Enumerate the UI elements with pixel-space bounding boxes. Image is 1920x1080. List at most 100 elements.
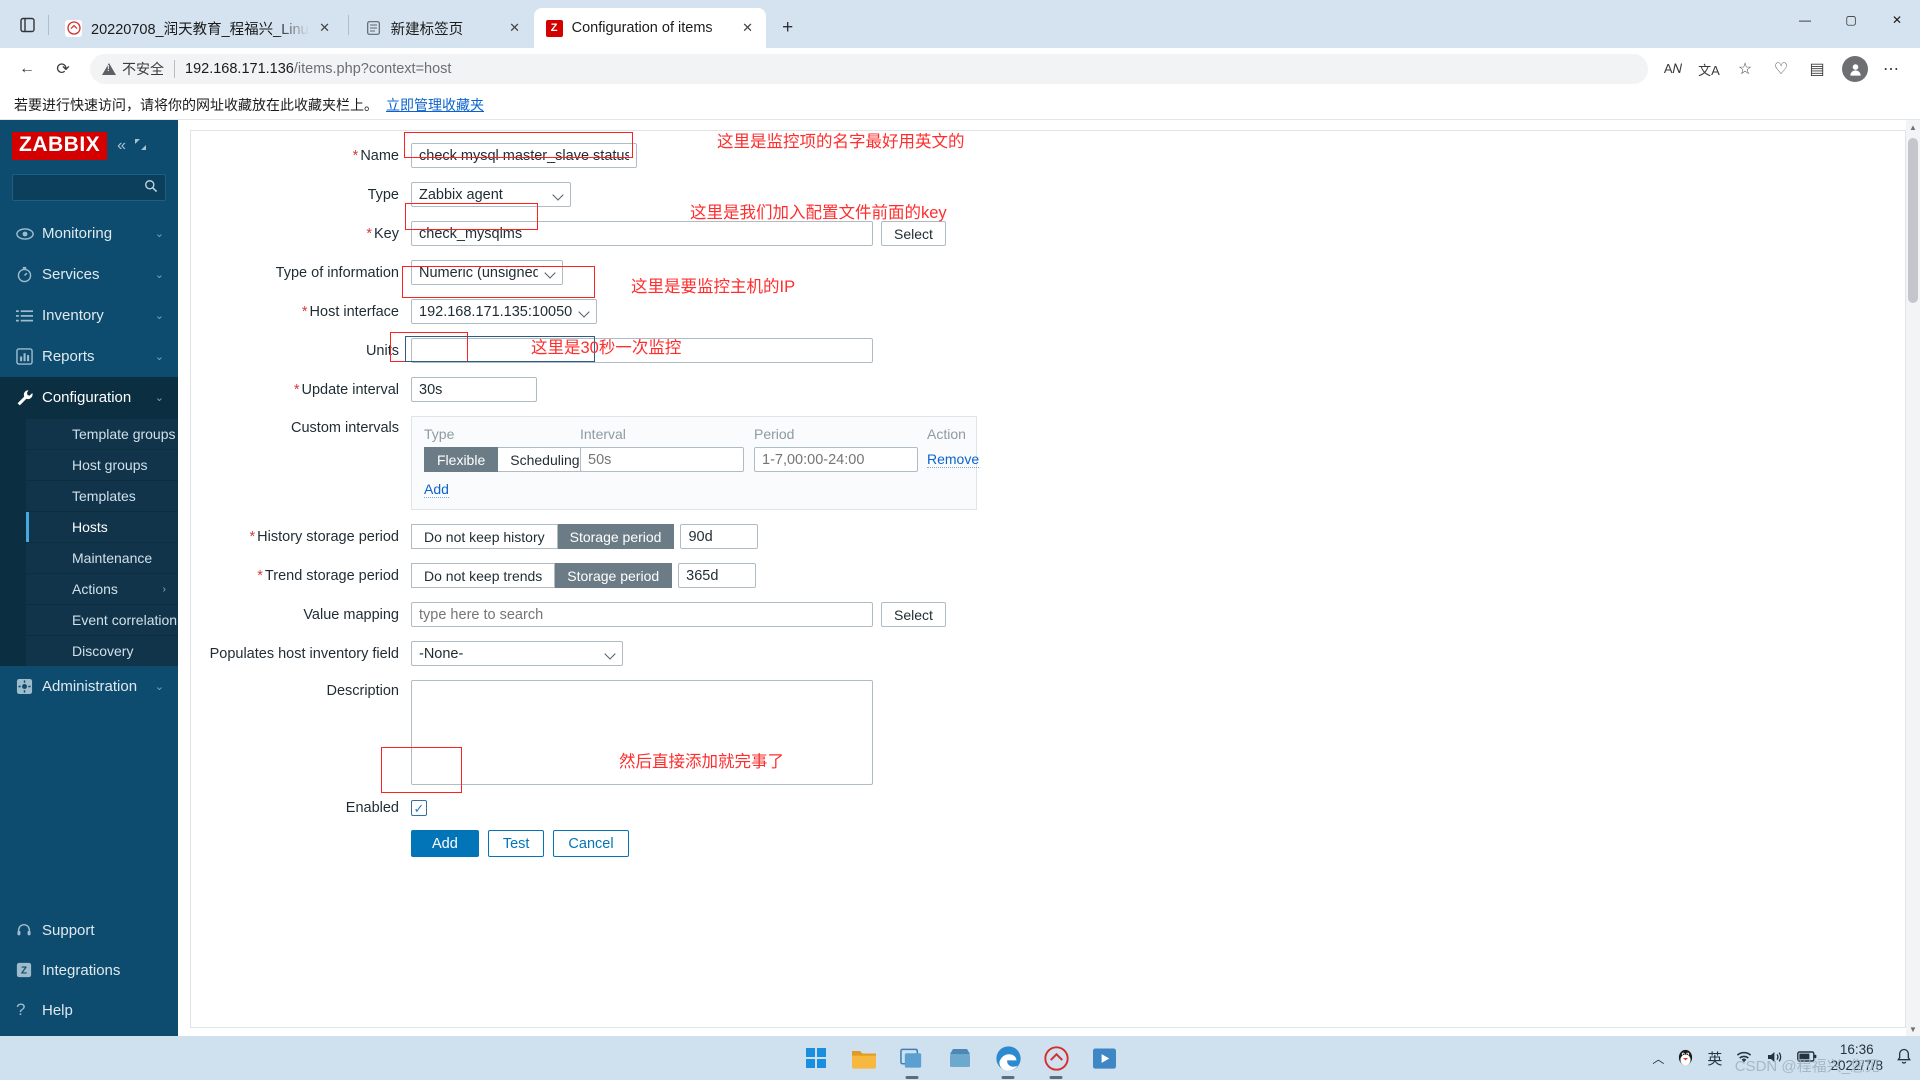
column-header-action: Action xyxy=(927,426,966,442)
history-storage-period-input[interactable] xyxy=(680,524,759,549)
remove-interval-link[interactable]: Remove xyxy=(927,450,980,468)
reload-icon[interactable]: ⟳ xyxy=(46,54,80,84)
value-mapping-select-button[interactable]: Select xyxy=(881,602,946,627)
store-icon[interactable] xyxy=(943,1041,977,1075)
minimize-button[interactable]: — xyxy=(1782,0,1828,40)
file-explorer-icon[interactable] xyxy=(847,1041,881,1075)
page-scrollbar[interactable]: ▲ ▼ xyxy=(1906,120,1920,1036)
history-storage-period-button[interactable]: Storage period xyxy=(557,524,675,549)
close-tab-icon[interactable]: ✕ xyxy=(315,18,335,38)
vertical-tabs-icon xyxy=(19,17,35,33)
sidebar-item-integrations[interactable]: Z Integrations xyxy=(0,950,178,990)
manage-favorites-link[interactable]: 立即管理收藏夹 xyxy=(386,95,484,115)
scrollbar-thumb[interactable] xyxy=(1908,138,1918,303)
type-label: Type xyxy=(367,186,399,203)
type-select[interactable]: Zabbix agent xyxy=(411,182,571,207)
value-mapping-input[interactable] xyxy=(411,602,873,627)
form-row-history-storage-period: * History storage period Do not keep hist… xyxy=(191,524,1905,549)
trend-storage-period-input[interactable] xyxy=(678,563,757,588)
read-aloud-icon[interactable]: A𝑁 xyxy=(1656,54,1690,84)
qq-icon[interactable] xyxy=(1677,1047,1694,1069)
sidebar-item-help[interactable]: ? Help xyxy=(0,990,178,1030)
settings-more-icon[interactable]: ⋯ xyxy=(1874,54,1908,84)
tab-title: 新建标签页 xyxy=(390,21,464,38)
key-select-button[interactable]: Select xyxy=(881,221,946,246)
update-interval-input[interactable] xyxy=(411,377,537,402)
profile-avatar[interactable] xyxy=(1842,56,1868,82)
add-favorite-icon[interactable]: ☆ xyxy=(1728,54,1762,84)
sidebar-item-label: Support xyxy=(42,921,95,939)
interval-type-toggle: Flexible Scheduling xyxy=(424,447,593,472)
test-button[interactable]: Test xyxy=(487,830,545,857)
sidebar-item-reports[interactable]: Reports ⌄ xyxy=(0,336,178,377)
address-bar[interactable]: 不安全 192.168.171.136/items.php?context=ho… xyxy=(90,54,1648,84)
custom-period-input[interactable] xyxy=(754,447,918,472)
host-interface-select[interactable]: 192.168.171.135:10050 xyxy=(411,299,597,324)
enabled-checkbox[interactable]: ✓ xyxy=(411,800,427,816)
trend-storage-period-button[interactable]: Storage period xyxy=(555,563,673,588)
back-icon[interactable]: ← xyxy=(10,54,44,84)
close-window-button[interactable]: ✕ xyxy=(1874,0,1920,40)
sidebar-item-support[interactable]: Support xyxy=(0,910,178,950)
add-button[interactable]: Add xyxy=(411,830,479,857)
custom-interval-input[interactable] xyxy=(580,447,744,472)
sidebar-item-templates[interactable]: Templates xyxy=(26,480,178,511)
browser-tab-1[interactable]: 新建标签页 ✕ xyxy=(352,8,533,48)
sidebar-item-services[interactable]: Services ⌄ xyxy=(0,254,178,295)
bookmarks-bar: 若要进行快速访问，请将你的网址收藏放在此收藏夹栏上。 立即管理收藏夹 xyxy=(0,90,1920,120)
sidebar-item-maintenance[interactable]: Maintenance xyxy=(26,542,178,573)
sidebar-item-monitoring[interactable]: Monitoring ⌄ xyxy=(0,213,178,254)
name-input[interactable] xyxy=(411,143,637,168)
translate-icon[interactable]: 文A xyxy=(1692,54,1726,84)
tab-divider xyxy=(347,15,349,35)
description-textarea[interactable] xyxy=(411,680,873,785)
scroll-up-arrow-icon[interactable]: ▲ xyxy=(1906,120,1920,134)
key-input[interactable] xyxy=(411,221,873,246)
browser-tab-2[interactable]: Z Configuration of items ✕ xyxy=(533,8,766,48)
media-player-icon[interactable] xyxy=(1087,1041,1121,1075)
close-tab-icon[interactable]: ✕ xyxy=(505,18,525,38)
type-scheduling-button[interactable]: Scheduling xyxy=(498,447,593,472)
type-flexible-button[interactable]: Flexible xyxy=(424,447,499,472)
sidebar-item-inventory[interactable]: Inventory ⌄ xyxy=(0,295,178,336)
sidebar-item-hosts[interactable]: Hosts xyxy=(26,511,178,542)
custom-intervals-label: Custom intervals xyxy=(291,420,399,436)
add-interval-link[interactable]: Add xyxy=(424,481,449,498)
do-not-keep-trends-button[interactable]: Do not keep trends xyxy=(411,563,556,588)
chart-icon xyxy=(16,348,42,365)
new-tab-button[interactable]: + xyxy=(773,13,803,43)
tab-actions-icon[interactable] xyxy=(10,6,44,44)
expand-sidebar-icon[interactable] xyxy=(134,138,147,154)
close-tab-icon[interactable]: ✕ xyxy=(738,18,758,38)
tray-chevron-up-icon[interactable]: ︿ xyxy=(1652,1050,1664,1067)
security-indicator[interactable]: 不安全 xyxy=(102,59,164,79)
csdn-icon[interactable] xyxy=(1039,1041,1073,1075)
cancel-button[interactable]: Cancel xyxy=(553,830,629,857)
sub-item-label: Maintenance xyxy=(72,550,153,566)
edge-icon[interactable] xyxy=(991,1041,1025,1075)
sidebar-item-template-groups[interactable]: Template groups xyxy=(26,418,178,449)
sidebar-item-administration[interactable]: Administration ⌄ xyxy=(0,666,178,707)
browser-tab-0[interactable]: 20220708_润天教育_程福兴_Linu ✕ xyxy=(53,8,343,48)
ime-indicator[interactable]: 英 xyxy=(1707,1048,1722,1069)
collapse-sidebar-icon[interactable]: « xyxy=(117,137,126,155)
type-of-information-select[interactable]: Numeric (unsigned) xyxy=(411,260,563,285)
sidebar-item-actions[interactable]: Actions › xyxy=(26,573,178,604)
units-input[interactable] xyxy=(411,338,873,363)
sidebar-item-discovery[interactable]: Discovery xyxy=(26,635,178,666)
scroll-down-arrow-icon[interactable]: ▼ xyxy=(1906,1022,1920,1036)
populates-host-inventory-select[interactable]: -None- xyxy=(411,641,623,666)
sidebar-item-event-correlation[interactable]: Event correlation xyxy=(26,604,178,635)
sidebar-item-host-groups[interactable]: Host groups xyxy=(26,449,178,480)
clock-icon xyxy=(16,266,42,283)
maximize-button[interactable]: ▢ xyxy=(1828,0,1874,40)
collections-icon[interactable]: ▤ xyxy=(1800,54,1834,84)
bell-icon[interactable] xyxy=(1896,1048,1912,1068)
do-not-keep-history-button[interactable]: Do not keep history xyxy=(411,524,558,549)
sidebar-search-input[interactable] xyxy=(12,174,166,201)
favorites-icon[interactable]: ♡ xyxy=(1764,54,1798,84)
task-view-icon[interactable] xyxy=(895,1041,929,1075)
start-icon[interactable] xyxy=(799,1041,833,1075)
sidebar-item-configuration[interactable]: Configuration ⌄ xyxy=(0,377,178,418)
sidebar-item-label: Services xyxy=(42,266,100,283)
